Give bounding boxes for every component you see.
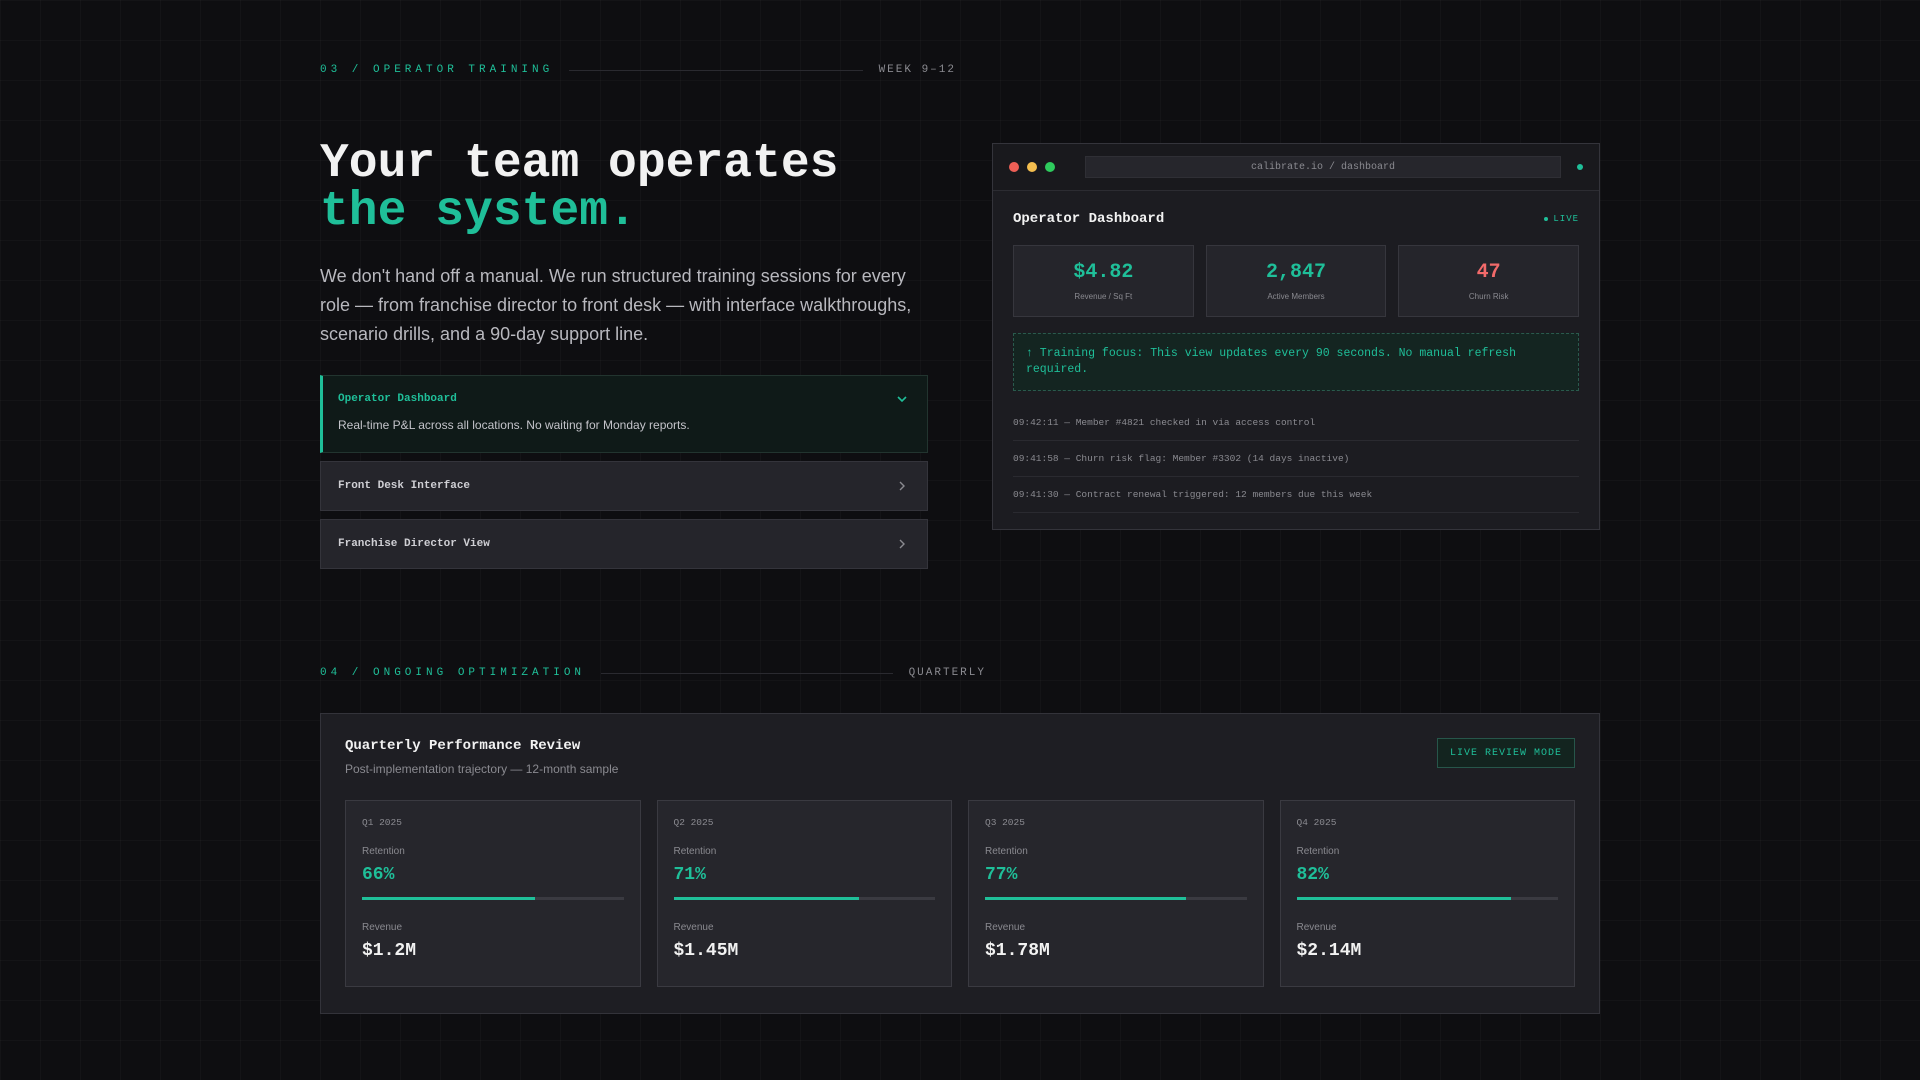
revenue-value: $1.78M [985, 941, 1050, 961]
retention-bar [985, 897, 1247, 900]
window-titlebar: calibrate.io / dashboard [993, 144, 1599, 191]
section-divider [601, 672, 893, 674]
role-accordion: Operator Dashboard Real-time P&L across … [320, 375, 928, 577]
hero-title: Your team operates the system. [320, 140, 960, 236]
live-review-mode-button[interactable]: LIVE REVIEW MODE [1436, 738, 1575, 768]
retention-bar-fill [362, 897, 535, 900]
hero-title-line2: the system. [320, 185, 637, 239]
retention-bar [1296, 897, 1558, 900]
hero-title-line1: Your team operates [320, 137, 839, 191]
retention-value: 66% [362, 865, 395, 885]
chevron-right-icon[interactable] [895, 479, 909, 493]
window-maximize-dot[interactable] [1045, 162, 1055, 172]
revenue-value: $1.45M [673, 941, 739, 961]
activity-log: 09:42:11 — Member #4821 checked in via a… [1013, 405, 1579, 513]
section-label-optimization: 04 / ONGOING OPTIMIZATION QUARTERLY [320, 663, 986, 683]
hero-description: We don't hand off a manual. We run struc… [320, 266, 912, 344]
quarter-card-q3: Q3 2025 Retention 77% Revenue $1.78M [968, 800, 1264, 987]
quarter-card-q2: Q2 2025 Retention 71% Revenue $1.45M [656, 800, 952, 987]
retention-label: Retention [985, 846, 1028, 857]
retention-label: Retention [1296, 846, 1340, 857]
section-divider [569, 69, 863, 71]
revenue-label: Revenue [985, 922, 1026, 933]
accordion-item-front-desk[interactable]: Front Desk Interface [320, 461, 928, 511]
kpi-label: Active Members [1267, 292, 1325, 301]
section-week-label: WEEK 9–12 [878, 64, 956, 76]
kpi-card-members: 2,847 Active Members [1205, 245, 1387, 317]
quarter-period: Q2 2025 [673, 817, 714, 828]
revenue-value: $2.14M [1296, 941, 1362, 961]
section-number-label: 04 / ONGOING OPTIMIZATION [320, 667, 586, 679]
retention-bar-fill [673, 897, 860, 900]
revenue-label: Revenue [673, 922, 714, 933]
quarter-cards: Q1 2025 Retention 66% Revenue $1.2M Q2 2… [345, 800, 1575, 987]
live-label: LIVE [1553, 214, 1579, 224]
connection-status-icon [1577, 164, 1583, 170]
kpi-label: Revenue / Sq Ft [1074, 292, 1133, 301]
retention-label: Retention [362, 846, 405, 857]
quarter-period: Q4 2025 [1296, 817, 1337, 828]
retention-bar-fill [985, 897, 1187, 900]
revenue-value: $1.2M [362, 941, 417, 961]
retention-bar-fill [1296, 897, 1511, 900]
retention-bar [673, 897, 935, 900]
window-close-dot[interactable] [1009, 162, 1019, 172]
kpi-value: 47 [1476, 261, 1501, 284]
revenue-label: Revenue [1296, 922, 1337, 933]
quarter-period: Q3 2025 [985, 817, 1025, 828]
accordion-item-body: Real-time P&L across all locations. No w… [338, 418, 690, 432]
address-bar[interactable]: calibrate.io / dashboard [1085, 156, 1561, 178]
chevron-down-icon[interactable] [895, 392, 909, 406]
section-period-label: QUARTERLY [908, 667, 986, 679]
quarterly-subtitle: Post-implementation trajectory — 12-mont… [345, 762, 619, 776]
quarter-card-q4: Q4 2025 Retention 82% Revenue $2.14M [1279, 800, 1575, 987]
training-focus-notice: ↑ Training focus: This view updates ever… [1013, 333, 1579, 391]
revenue-label: Revenue [362, 922, 403, 933]
accordion-item-title: Front Desk Interface [338, 480, 471, 492]
chevron-right-icon[interactable] [895, 537, 909, 551]
log-row: 09:41:30 — Contract renewal triggered: 1… [1013, 477, 1579, 513]
kpi-value: 2,847 [1266, 261, 1327, 284]
accordion-item-title: Operator Dashboard [338, 393, 457, 405]
quarterly-title: Quarterly Performance Review [345, 738, 581, 754]
quarter-card-q1: Q1 2025 Retention 66% Revenue $1.2M [345, 800, 641, 987]
retention-bar [362, 897, 624, 900]
section-label-training: 03 / OPERATOR TRAINING WEEK 9–12 [320, 60, 956, 80]
kpi-value: $4.82 [1073, 261, 1134, 284]
live-badge: LIVE [1544, 214, 1579, 224]
live-dot-icon [1544, 217, 1549, 221]
accordion-item-franchise-director[interactable]: Franchise Director View [320, 519, 928, 569]
dashboard-title: Operator Dashboard [1013, 211, 1165, 227]
kpi-label: Churn Risk [1468, 292, 1509, 301]
dashboard-window: calibrate.io / dashboard Operator Dashbo… [992, 143, 1600, 530]
retention-value: 82% [1296, 865, 1329, 885]
kpi-row: $4.82 Revenue / Sq Ft 2,847 Active Membe… [1013, 245, 1580, 317]
kpi-card-churn: 47 Churn Risk [1398, 245, 1580, 317]
retention-value: 71% [673, 865, 706, 885]
section-number-label: 03 / OPERATOR TRAINING [320, 64, 554, 76]
window-minimize-dot[interactable] [1027, 162, 1037, 172]
accordion-item-title: Franchise Director View [338, 538, 490, 550]
quarterly-review-panel: Quarterly Performance Review Post-implem… [320, 713, 1600, 1014]
log-row: 09:41:58 — Churn risk flag: Member #3302… [1013, 441, 1579, 477]
kpi-card-revenue: $4.82 Revenue / Sq Ft [1013, 245, 1194, 317]
accordion-item-operator-dashboard[interactable]: Operator Dashboard Real-time P&L across … [320, 375, 928, 453]
log-row: 09:42:11 — Member #4821 checked in via a… [1013, 405, 1579, 441]
retention-label: Retention [673, 846, 717, 857]
retention-value: 77% [985, 865, 1018, 885]
quarter-period: Q1 2025 [362, 817, 402, 828]
